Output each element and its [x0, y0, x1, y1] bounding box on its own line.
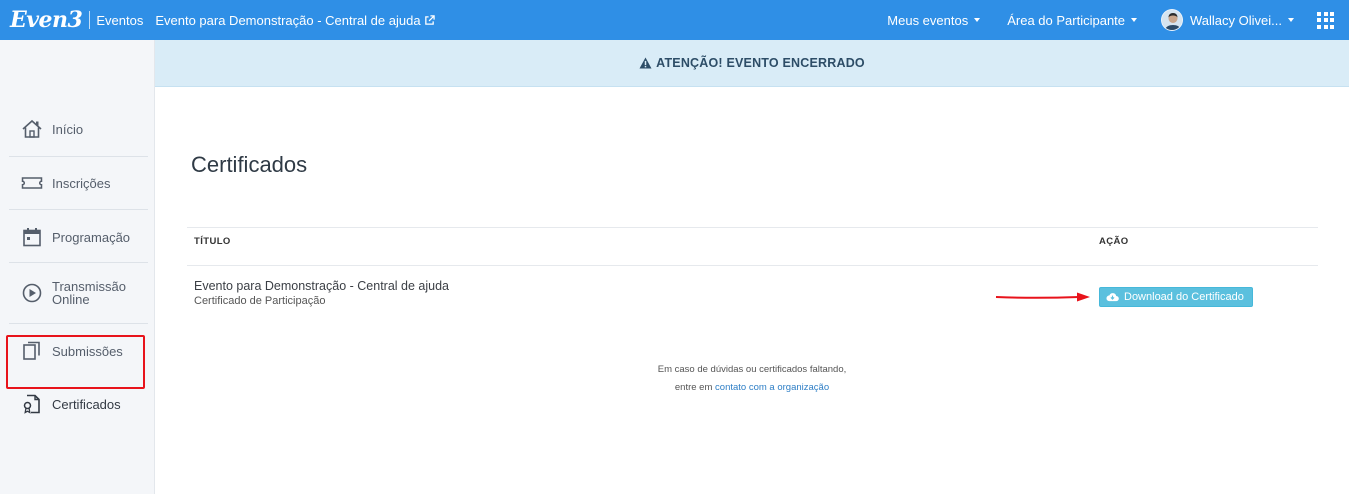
help-text-prefix: entre em	[674, 382, 716, 393]
ticket-icon	[21, 172, 43, 194]
sidebar-item-inscricoes[interactable]: Inscrições	[9, 172, 148, 194]
annotation-highlight-box	[6, 335, 145, 389]
participant-area-label: Área do Participante	[1007, 12, 1126, 28]
sidebar-item-programacao[interactable]: Programação	[9, 226, 148, 248]
table-divider	[187, 265, 1318, 266]
play-icon	[21, 282, 43, 304]
event-title-label: Evento para Demonstração - Central de aj…	[155, 12, 421, 28]
my-events-dropdown[interactable]: Meus eventos	[887, 12, 981, 28]
annotation-arrow-icon	[995, 292, 1090, 302]
help-text-line2: entre em contato com a organização	[155, 382, 1349, 393]
event-title-link[interactable]: Evento para Demonstração - Central de aj…	[155, 12, 435, 28]
sidebar-divider	[9, 323, 148, 324]
user-menu-dropdown[interactable]: Wallacy Olivei...	[1161, 9, 1294, 31]
certificate-type: Certificado de Participação	[194, 295, 326, 307]
sidebar-divider	[9, 156, 148, 157]
warning-icon	[639, 57, 652, 69]
external-link-icon	[424, 14, 435, 25]
sidebar-item-label: Inscrições	[52, 175, 111, 191]
certificate-icon	[21, 393, 43, 415]
sidebar-item-transmissao-online[interactable]: Transmissão Online	[9, 280, 148, 306]
sidebar: Início Inscrições Programação Transmissã…	[0, 40, 155, 494]
sidebar-item-label: Início	[52, 121, 84, 137]
chevron-down-icon	[1288, 18, 1294, 22]
certificate-event-title: Evento para Demonstração - Central de aj…	[194, 279, 450, 293]
avatar	[1161, 9, 1184, 31]
download-certificate-label: Download do Certificado	[1124, 291, 1244, 303]
sidebar-item-inicio[interactable]: Início	[9, 118, 148, 140]
sidebar-item-label-group: Transmissão Online	[52, 280, 126, 306]
table-divider	[187, 227, 1318, 228]
help-text-line1: Em caso de dúvidas ou certificados falta…	[657, 364, 847, 375]
even3-logo[interactable]: Even3	[10, 0, 83, 40]
column-header-action: AÇÃO	[1099, 236, 1129, 247]
event-closed-alert: ATENÇÃO! EVENTO ENCERRADO	[155, 40, 1349, 87]
user-name-label: Wallacy Olivei...	[1190, 12, 1282, 28]
column-header-title: TÍTULO	[194, 236, 231, 247]
chevron-down-icon	[1131, 18, 1138, 22]
sidebar-divider	[9, 209, 148, 210]
page-title: Certificados	[191, 152, 308, 177]
sidebar-item-label: Programação	[52, 229, 131, 245]
logo-divider	[89, 11, 91, 29]
top-navbar: Even3 Eventos Evento para Demonstração -…	[0, 0, 1349, 40]
chevron-down-icon	[974, 18, 981, 22]
home-icon	[21, 118, 43, 140]
calendar-icon	[21, 226, 43, 248]
sidebar-item-label-line2: Online	[52, 292, 90, 307]
sidebar-divider	[9, 262, 148, 263]
cloud-download-icon	[1106, 293, 1119, 302]
contact-organization-link[interactable]: contato com a organização	[715, 382, 829, 393]
apps-grid-icon[interactable]	[1317, 11, 1334, 29]
events-link[interactable]: Eventos	[96, 13, 143, 28]
alert-text: ATENÇÃO! EVENTO ENCERRADO	[656, 56, 865, 70]
sidebar-item-certificados[interactable]: Certificados	[9, 393, 148, 415]
user-photo-icon	[1162, 10, 1183, 30]
participant-area-dropdown[interactable]: Área do Participante	[1007, 12, 1138, 28]
download-certificate-button[interactable]: Download do Certificado	[1099, 287, 1253, 307]
sidebar-item-label: Certificados	[52, 396, 121, 412]
my-events-label: Meus eventos	[887, 12, 969, 28]
